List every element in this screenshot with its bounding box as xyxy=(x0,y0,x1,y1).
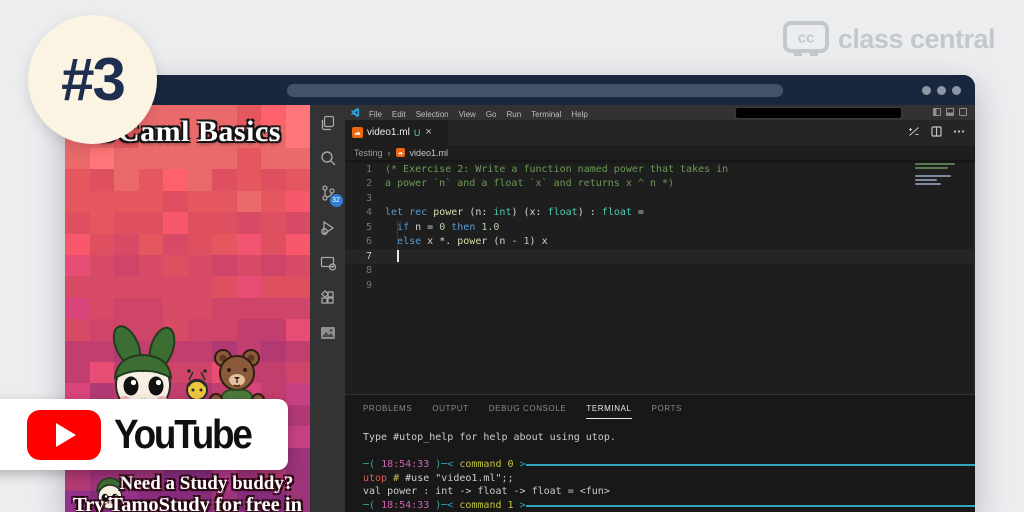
layout-controls xyxy=(933,108,967,116)
browser-titlebar xyxy=(65,75,975,105)
command-center[interactable] xyxy=(735,107,902,119)
code-line-9: 9 xyxy=(345,278,975,293)
terminal-line: utop # #use "video1.ml";; xyxy=(363,472,975,486)
line-number: 5 xyxy=(345,222,372,233)
minimap[interactable] xyxy=(915,163,961,187)
vscode-logo-icon xyxy=(351,108,360,117)
tab-label: video1.ml xyxy=(367,127,410,138)
brand-logo: cc class central xyxy=(783,21,995,58)
customize-layout-icon[interactable] xyxy=(959,108,967,116)
menu-terminal[interactable]: Terminal xyxy=(526,110,566,119)
source-control-badge: 32 xyxy=(330,194,343,207)
tab-video1-ml[interactable]: video1.ml U × xyxy=(345,120,449,145)
code-line-8: 8 xyxy=(345,264,975,279)
vscode-menubar: FileEditSelectionViewGoRunTerminalHelp xyxy=(345,105,975,120)
terminal-output[interactable]: Type #utop_help for help about using uto… xyxy=(363,431,975,512)
editor-scrollbar[interactable] xyxy=(974,160,975,394)
rank-badge: #3 xyxy=(28,15,157,144)
youtube-logo-card: YouTube xyxy=(0,399,288,470)
ocaml-file-icon xyxy=(352,127,363,138)
menu-help[interactable]: Help xyxy=(566,110,592,119)
rank-badge-label: #3 xyxy=(61,45,124,114)
line-number: 7 xyxy=(345,251,372,262)
panel-tabs: PROBLEMS OUTPUT DEBUG CONSOLE TERMINAL PORTS xyxy=(345,395,975,419)
page: OCaml Basics xyxy=(0,0,1024,512)
youtube-play-icon xyxy=(27,410,101,460)
play-triangle-icon xyxy=(56,423,76,447)
close-tab-icon[interactable]: × xyxy=(425,127,431,138)
code-line-3: 3 xyxy=(345,191,975,206)
breadcrumb-file[interactable]: video1.ml xyxy=(410,148,449,158)
run-ocaml-icon[interactable] xyxy=(908,126,920,137)
menu-edit[interactable]: Edit xyxy=(387,110,411,119)
vscode-window: FileEditSelectionViewGoRunTerminalHelp v… xyxy=(345,105,975,512)
line-number: 4 xyxy=(345,207,372,218)
terminal-line: ─( 18:54:33 )─< command 0 > xyxy=(363,458,975,472)
line-number: 9 xyxy=(345,280,372,291)
search-icon[interactable] xyxy=(318,148,338,168)
terminal-line: ─( 18:54:33 )─< command 1 > xyxy=(363,499,975,512)
terminal-line: Type #utop_help for help about using uto… xyxy=(363,431,975,445)
panel-tab-output[interactable]: OUTPUT xyxy=(432,404,469,419)
menu-selection[interactable]: Selection xyxy=(411,110,454,119)
more-actions-icon[interactable] xyxy=(953,126,965,137)
breadcrumb-folder[interactable]: Testing xyxy=(354,148,383,158)
terminal-line xyxy=(363,445,975,459)
remote-explorer-icon[interactable] xyxy=(318,253,338,273)
run-debug-icon[interactable] xyxy=(318,218,338,238)
editor-actions xyxy=(908,126,965,137)
url-bar[interactable] xyxy=(287,84,783,97)
breadcrumb[interactable]: Testing › video1.ml xyxy=(345,145,975,160)
window-dot-icon xyxy=(922,86,931,95)
split-editor-icon[interactable] xyxy=(931,126,942,137)
menu-run[interactable]: Run xyxy=(501,110,526,119)
source-control-icon[interactable]: 32 xyxy=(318,183,338,203)
line-number: 6 xyxy=(345,236,372,247)
panel-tab-problems[interactable]: PROBLEMS xyxy=(363,404,412,419)
code-line-4: 4let rec power (n: int) (x: float) : flo… xyxy=(345,206,975,221)
ocaml-file-icon xyxy=(396,148,405,157)
code-line-7: 7 xyxy=(345,249,975,264)
svg-text:cc: cc xyxy=(798,30,815,47)
activity-bar: 32 xyxy=(310,105,345,512)
caption-line-2: Try TamoStudy for free in xyxy=(65,494,310,512)
browser-menu-dots[interactable] xyxy=(922,86,961,95)
menu-go[interactable]: Go xyxy=(481,110,502,119)
toggle-sidebar-icon[interactable] xyxy=(933,108,941,116)
panel-tab-terminal[interactable]: TERMINAL xyxy=(586,404,631,419)
breadcrumb-separator-icon: › xyxy=(388,148,391,158)
class-central-icon: cc xyxy=(783,21,829,58)
menu-view[interactable]: View xyxy=(454,110,481,119)
code-lines: 1(* Exercise 2: Write a function named p… xyxy=(345,162,975,293)
line-number: 3 xyxy=(345,193,372,204)
line-number: 1 xyxy=(345,164,372,175)
brand-label: class central xyxy=(838,24,995,55)
menu-file[interactable]: File xyxy=(364,110,387,119)
git-status-untracked: U xyxy=(414,128,421,138)
code-line-5: 5 if n = 0 then 1.0 xyxy=(345,220,975,235)
code-line-2: 2a power `n` and a float `x` and returns… xyxy=(345,177,975,192)
code-editor[interactable]: 1(* Exercise 2: Write a function named p… xyxy=(345,160,975,394)
toggle-panel-icon[interactable] xyxy=(946,108,954,116)
terminal-line: val power : int -> float -> float = <fun… xyxy=(363,485,975,499)
media-extension-icon[interactable] xyxy=(318,323,338,343)
code-line-6: 6 else x *. power (n - 1) x xyxy=(345,235,975,250)
window-dot-icon xyxy=(952,86,961,95)
line-number: 2 xyxy=(345,178,372,189)
panel-tab-ports[interactable]: PORTS xyxy=(652,404,682,419)
text-cursor xyxy=(397,250,399,262)
extensions-icon[interactable] xyxy=(318,288,338,308)
youtube-label: YouTube xyxy=(114,411,254,458)
editor-tab-bar: video1.ml U × xyxy=(345,120,975,145)
window-dot-icon xyxy=(937,86,946,95)
code-line-1: 1(* Exercise 2: Write a function named p… xyxy=(345,162,975,177)
line-number: 8 xyxy=(345,265,372,276)
panel-tab-debug-console[interactable]: DEBUG CONSOLE xyxy=(489,404,567,419)
bottom-panel: PROBLEMS OUTPUT DEBUG CONSOLE TERMINAL PORTS… xyxy=(345,394,975,512)
caption-line-1: Need a Study buddy? xyxy=(65,473,310,495)
explorer-icon[interactable] xyxy=(318,113,338,133)
